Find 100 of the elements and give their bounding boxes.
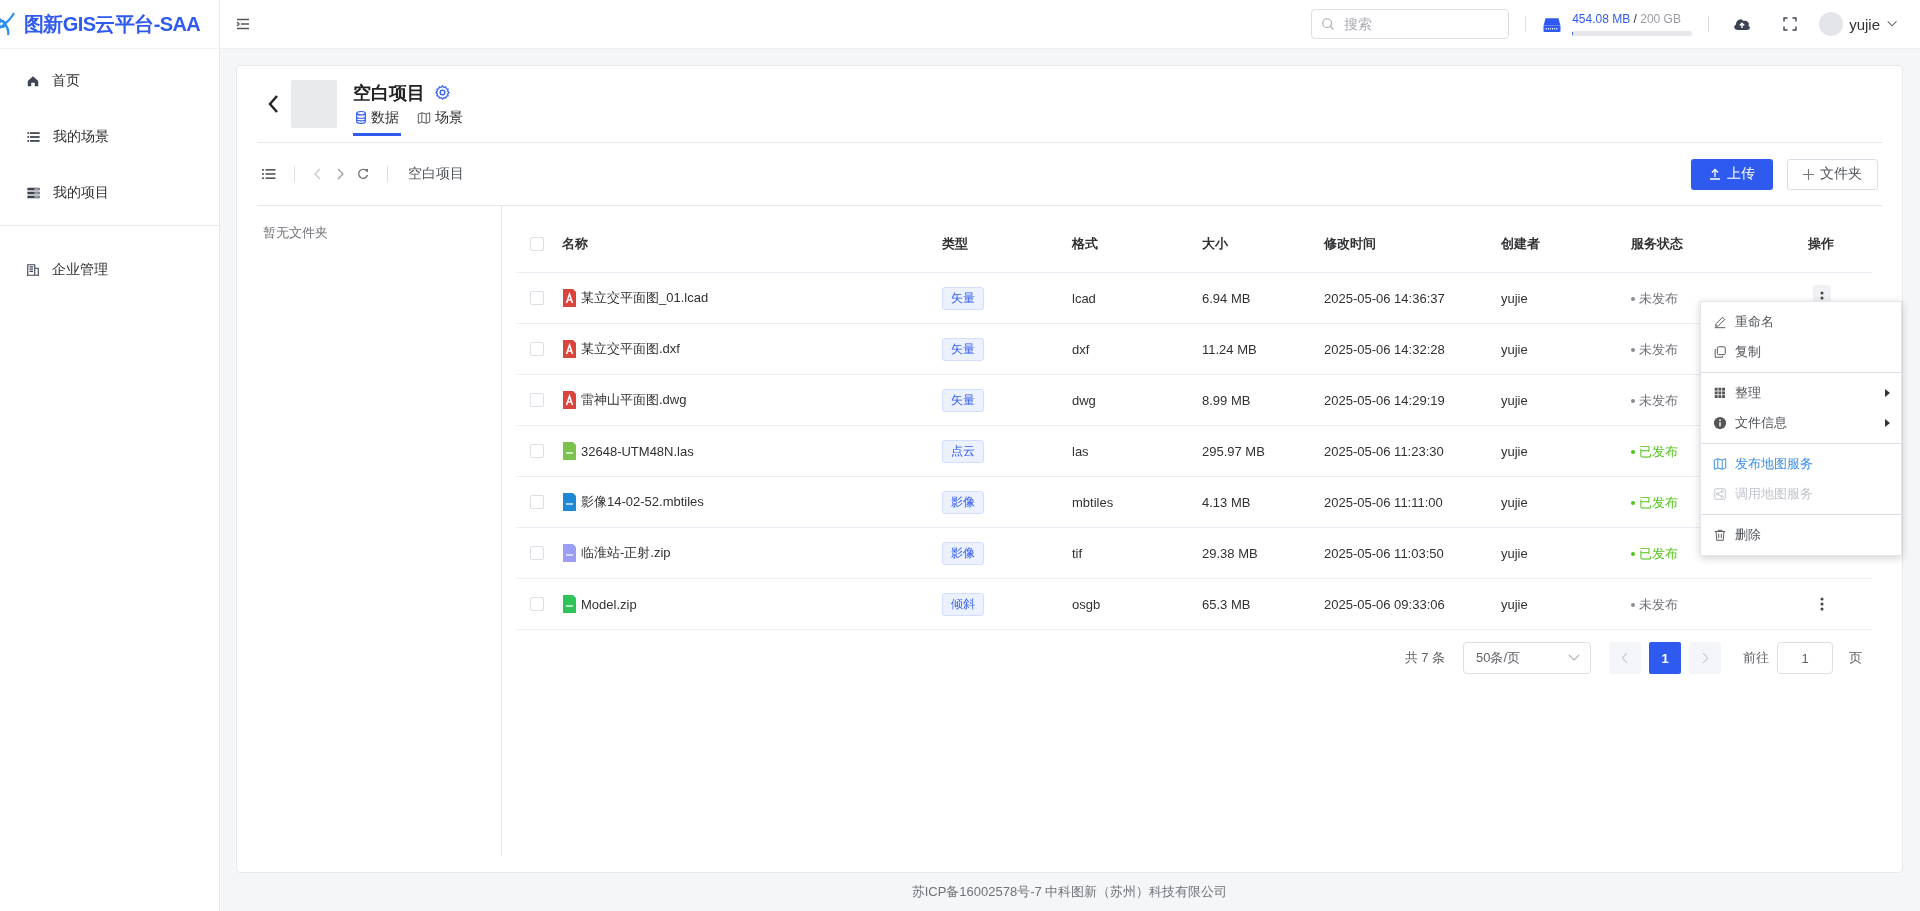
modified-time-cell: 2025-05-06 09:33:06 [1324,596,1445,612]
row-checkbox[interactable] [530,291,544,305]
column-header: 操作 [1808,235,1834,251]
sidebar-item[interactable]: 企业管理 [0,242,219,298]
list-view-button[interactable] [260,166,278,182]
project-title: 空白项目 [353,81,425,105]
type-tag: 影像 [942,541,984,565]
sidebar-item[interactable]: 我的项目 [0,165,219,221]
new-folder-button[interactable]: 文件夹 [1787,158,1878,190]
creator-cell: yujie [1501,494,1528,510]
chevron-down-icon [1568,654,1580,662]
fullscreen-icon [1783,17,1798,31]
menu-item[interactable]: 整理 [1701,378,1901,408]
file-name[interactable]: Model.zip [581,596,637,612]
modified-time-cell: 2025-05-06 11:03:50 [1324,545,1444,561]
format-cell: las [1072,443,1089,459]
file-name[interactable]: 某立交平面图_01.lcad [581,289,709,307]
sidebar-item[interactable]: 我的场景 [0,109,219,165]
file-name[interactable]: 32648-UTM48N.las [581,443,694,459]
size-cell: 295.97 MB [1202,443,1265,459]
chevron-left-icon [1621,652,1629,664]
page-number-button[interactable]: 1 [1649,642,1681,674]
column-header: 格式 [1072,235,1098,251]
settings-button[interactable] [433,83,452,102]
row-checkbox[interactable] [530,393,544,407]
cloud-upload-icon [1733,17,1752,31]
size-cell: 6.94 MB [1202,290,1251,306]
goto-label: 前往 [1743,649,1769,667]
submenu-arrow-icon [1883,418,1891,428]
type-tag: 影像 [942,490,984,514]
menu-item[interactable]: 文件信息 [1701,408,1901,438]
avatar[interactable] [1819,12,1844,36]
service-status: 已发布 [1639,544,1678,563]
map-icon [417,110,431,125]
home-icon [26,74,40,88]
column-header: 创建者 [1501,235,1540,251]
file-name[interactable]: 某立交平面图.dxf [581,340,680,358]
stack-icon [26,186,41,200]
more-icon [1820,597,1824,611]
type-tag: 矢量 [942,337,984,361]
page-suffix: 页 [1849,649,1862,667]
row-checkbox[interactable] [530,546,544,560]
row-checkbox[interactable] [530,495,544,509]
menu-item[interactable]: 发布地图服务 [1701,449,1901,479]
size-cell: 8.99 MB [1202,392,1251,408]
back-button[interactable] [267,94,279,114]
select-all-checkbox[interactable] [530,236,544,251]
prev-page-button[interactable] [1609,642,1641,674]
file-name[interactable]: 影像14-02-52.mbtiles [581,493,704,511]
breadcrumb[interactable]: 空白项目 [408,165,464,183]
goto-page-input[interactable]: 1 [1777,642,1833,674]
submenu-arrow-icon [1883,388,1891,398]
page-size-select[interactable]: 50条/页 [1463,642,1591,674]
chevron-left-icon [267,94,279,114]
plus-icon [1803,168,1814,180]
column-header: 类型 [942,235,968,251]
size-cell: 65.3 MB [1202,596,1251,612]
size-cell: 4.13 MB [1202,494,1251,510]
row-checkbox[interactable] [530,342,544,356]
storage-usage-text: 454.08 MB / 200 GB [1572,12,1682,26]
row-checkbox[interactable] [530,597,544,611]
chevron-left-icon [313,168,323,180]
search-icon [1321,17,1336,31]
empty-folder-text: 暂无文件夹 [263,225,328,240]
format-cell: dwg [1072,392,1096,408]
refresh-button[interactable] [355,166,371,182]
app-title: 图新GIS云平台-SAA [24,11,201,37]
search-field[interactable]: 搜索 [1311,9,1510,39]
list-icon [262,168,276,180]
type-tag: 矢量 [942,388,984,412]
list-icon [26,130,41,144]
file-name[interactable]: 雷神山平面图.dwg [581,391,687,409]
building-icon [26,263,40,277]
upload-button[interactable]: 上传 [1691,158,1773,190]
user-name[interactable]: yujie [1849,15,1880,33]
menu-item[interactable]: 重命名 [1701,307,1901,337]
total-count: 共 7 条 [1404,649,1445,667]
menu-item[interactable]: 删除 [1701,520,1901,550]
tab[interactable]: 场景 [415,106,465,136]
column-header: 修改时间 [1324,235,1376,251]
pencil-icon [1713,315,1727,329]
type-tag: 点云 [942,439,984,463]
menu-item[interactable]: 复制 [1701,337,1901,367]
column-header: 大小 [1202,235,1228,251]
next-page-button[interactable] [1689,642,1721,674]
row-checkbox[interactable] [530,444,544,458]
grid-icon [1713,386,1727,400]
creator-cell: yujie [1501,443,1528,459]
tab[interactable]: 数据 [353,106,401,136]
modified-time-cell: 2025-05-06 11:11:00 [1324,494,1443,510]
type-tag: 倾斜 [942,592,984,616]
format-cell: mbtiles [1072,494,1114,510]
service-status: 未发布 [1639,289,1678,308]
creator-cell: yujie [1501,341,1528,357]
collapse-menu-icon [236,18,250,30]
copy-icon [1713,345,1727,359]
file-name[interactable]: 临淮站-正射.zip [581,544,671,562]
chevron-right-icon [335,168,345,180]
modified-time-cell: 2025-05-06 14:29:19 [1324,392,1445,408]
sidebar-item[interactable]: 首页 [0,53,219,109]
